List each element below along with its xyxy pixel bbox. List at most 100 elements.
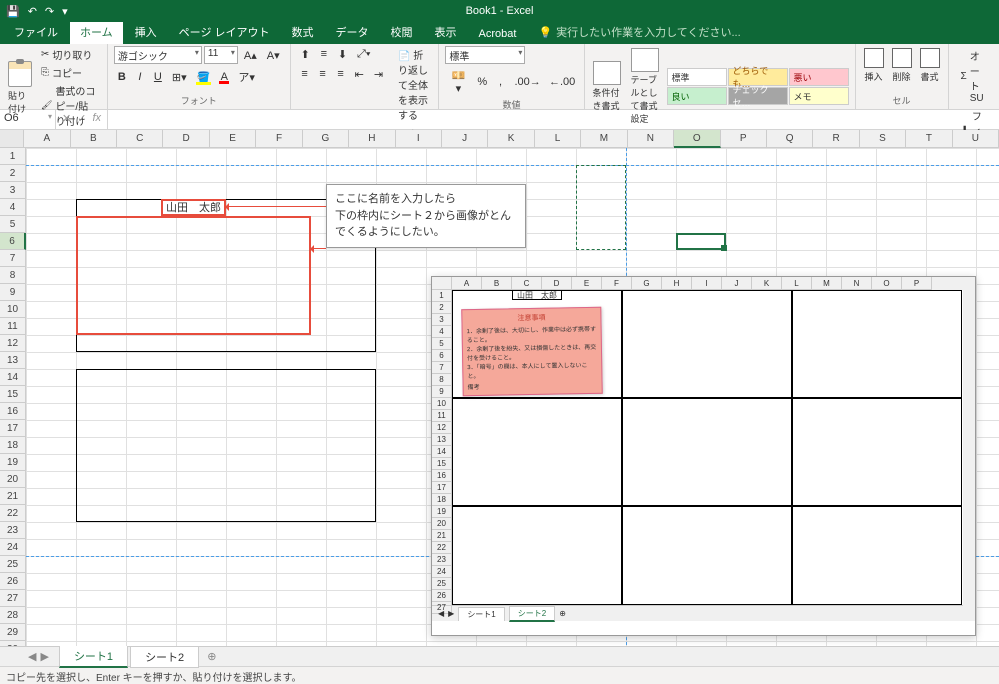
- inset-col-D[interactable]: D: [542, 277, 572, 290]
- inset-col-N[interactable]: N: [842, 277, 872, 290]
- customize-icon[interactable]: ▾: [62, 5, 68, 18]
- tab-insert[interactable]: 挿入: [125, 20, 167, 44]
- row-header-1[interactable]: 1: [0, 148, 26, 165]
- underline-button[interactable]: U: [150, 69, 166, 85]
- row-header-21[interactable]: 21: [0, 488, 26, 505]
- col-header-B[interactable]: B: [71, 130, 117, 148]
- comma-button[interactable]: ,: [492, 74, 508, 90]
- inset-add-tab[interactable]: ⊕: [559, 609, 566, 618]
- inset-row-26[interactable]: 26: [432, 590, 452, 602]
- inset-row-16[interactable]: 16: [432, 470, 452, 482]
- style-memo[interactable]: メモ: [789, 87, 849, 105]
- inset-col-M[interactable]: M: [812, 277, 842, 290]
- inset-row-6[interactable]: 6: [432, 350, 452, 362]
- tab-page-layout[interactable]: ページ レイアウト: [169, 20, 280, 44]
- sheet-tab-1[interactable]: シート1: [59, 645, 128, 668]
- number-format-select[interactable]: 標準: [445, 46, 525, 64]
- selected-cell[interactable]: [676, 233, 726, 250]
- col-header-I[interactable]: I: [396, 130, 442, 148]
- italic-button[interactable]: I: [132, 69, 148, 85]
- font-color-button[interactable]: A: [216, 69, 232, 85]
- inset-row-19[interactable]: 19: [432, 506, 452, 518]
- name-box[interactable]: O6: [0, 110, 56, 129]
- row-header-12[interactable]: 12: [0, 335, 26, 352]
- col-header-S[interactable]: S: [860, 130, 906, 148]
- undo-icon[interactable]: ↶: [28, 5, 37, 18]
- align-middle-button[interactable]: ≡: [316, 46, 332, 63]
- row-header-17[interactable]: 17: [0, 420, 26, 437]
- inset-row-24[interactable]: 24: [432, 566, 452, 578]
- row-header-6[interactable]: 6: [0, 233, 26, 250]
- inset-col-B[interactable]: B: [482, 277, 512, 290]
- tab-file[interactable]: ファイル: [4, 20, 68, 44]
- save-icon[interactable]: 💾: [6, 5, 20, 18]
- increase-font-button[interactable]: A▴: [240, 47, 261, 64]
- row-header-18[interactable]: 18: [0, 437, 26, 454]
- increase-decimal-button[interactable]: .00→: [510, 74, 543, 90]
- col-header-H[interactable]: H: [349, 130, 395, 148]
- inset-row-14[interactable]: 14: [432, 446, 452, 458]
- inset-tab-sheet1[interactable]: シート1: [458, 607, 504, 621]
- bold-button[interactable]: B: [114, 69, 130, 85]
- align-right-button[interactable]: ≡: [333, 66, 349, 83]
- inset-row-20[interactable]: 20: [432, 518, 452, 530]
- inset-col-J[interactable]: J: [722, 277, 752, 290]
- inset-row-22[interactable]: 22: [432, 542, 452, 554]
- increase-indent-button[interactable]: ⇥: [370, 66, 387, 83]
- col-header-L[interactable]: L: [535, 130, 581, 148]
- accounting-button[interactable]: 💴▾: [445, 67, 471, 97]
- enter-icon[interactable]: ✓: [77, 112, 86, 127]
- row-header-22[interactable]: 22: [0, 505, 26, 522]
- align-left-button[interactable]: ≡: [297, 66, 313, 83]
- inset-col-H[interactable]: H: [662, 277, 692, 290]
- row-header-23[interactable]: 23: [0, 522, 26, 539]
- row-header-7[interactable]: 7: [0, 250, 26, 267]
- inset-cells[interactable]: 山田 太郎 注意事項 1．余剰了後は、大切にし、作業中は必ず携帯すること。 2．…: [452, 290, 975, 605]
- inset-hscroll[interactable]: [632, 607, 963, 619]
- tab-data[interactable]: データ: [326, 20, 379, 44]
- tab-nav-prev[interactable]: ◀: [28, 650, 36, 663]
- add-sheet-button[interactable]: ⊕: [201, 648, 222, 665]
- copy-button[interactable]: コピー: [38, 64, 101, 81]
- col-header-D[interactable]: D: [163, 130, 209, 148]
- decrease-decimal-button[interactable]: ←.00: [545, 74, 578, 90]
- tab-home[interactable]: ホーム: [70, 20, 123, 44]
- inset-row-8[interactable]: 8: [432, 374, 452, 386]
- col-header-M[interactable]: M: [581, 130, 627, 148]
- inset-col-C[interactable]: C: [512, 277, 542, 290]
- row-header-27[interactable]: 27: [0, 590, 26, 607]
- row-header-9[interactable]: 9: [0, 284, 26, 301]
- inset-col-E[interactable]: E: [572, 277, 602, 290]
- inset-row-18[interactable]: 18: [432, 494, 452, 506]
- inset-row-4[interactable]: 4: [432, 326, 452, 338]
- redo-icon[interactable]: ↷: [45, 5, 54, 18]
- inset-row-25[interactable]: 25: [432, 578, 452, 590]
- inset-name-cell[interactable]: 山田 太郎: [512, 290, 562, 300]
- cut-button[interactable]: 切り取り: [38, 46, 101, 63]
- row-header-29[interactable]: 29: [0, 624, 26, 641]
- align-bottom-button[interactable]: ⬇: [334, 46, 351, 63]
- col-header-E[interactable]: E: [210, 130, 256, 148]
- inset-col-G[interactable]: G: [632, 277, 662, 290]
- inset-row-13[interactable]: 13: [432, 434, 452, 446]
- align-top-button[interactable]: ⬆: [297, 46, 314, 63]
- inset-col-O[interactable]: O: [872, 277, 902, 290]
- style-check[interactable]: チェック セ…: [728, 87, 788, 105]
- inset-row-10[interactable]: 10: [432, 398, 452, 410]
- col-header-Q[interactable]: Q: [767, 130, 813, 148]
- format-cells-button[interactable]: 書式: [918, 46, 942, 85]
- inset-col-I[interactable]: I: [692, 277, 722, 290]
- phonetic-button[interactable]: ア▾: [234, 67, 259, 87]
- style-normal[interactable]: 標準: [667, 68, 727, 86]
- percent-button[interactable]: %: [473, 74, 490, 90]
- tab-nav-next[interactable]: ▶: [40, 650, 48, 663]
- inset-tab-nav-next[interactable]: ▶: [448, 609, 454, 618]
- inset-vscroll[interactable]: [963, 290, 975, 607]
- insert-cells-button[interactable]: 挿入: [862, 46, 886, 85]
- row-header-20[interactable]: 20: [0, 471, 26, 488]
- col-header-F[interactable]: F: [256, 130, 302, 148]
- inset-col-L[interactable]: L: [782, 277, 812, 290]
- row-header-4[interactable]: 4: [0, 199, 26, 216]
- col-header-A[interactable]: A: [24, 130, 70, 148]
- row-header-25[interactable]: 25: [0, 556, 26, 573]
